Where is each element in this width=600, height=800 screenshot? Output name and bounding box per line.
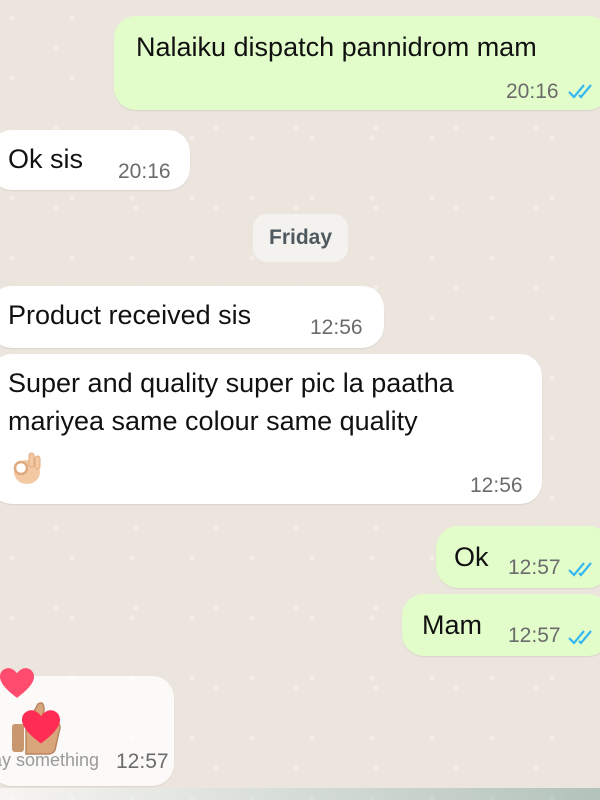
message-time: 20:16 — [118, 160, 171, 183]
message-time: 12:57 — [116, 750, 169, 773]
message-text: Product received sis — [8, 300, 252, 330]
date-divider: Friday — [253, 214, 349, 262]
message-bubble-incoming[interactable]: Ok sis 20:16 — [0, 130, 190, 190]
read-receipt-icon — [568, 560, 598, 578]
ok-hand-emoji — [10, 450, 44, 486]
message-time: 12:56 — [310, 316, 363, 339]
heart-icon[interactable] — [0, 668, 34, 700]
message-time: 12:56 — [470, 474, 523, 497]
message-time: 20:16 — [506, 80, 559, 103]
bottom-strip — [0, 788, 600, 800]
read-receipt-icon — [568, 628, 598, 646]
message-time: 12:57 — [508, 624, 561, 647]
message-bubble-outgoing[interactable]: Nalaiku dispatch pannidrom mam 20:16 — [114, 16, 600, 110]
message-bubble-incoming[interactable]: Super and quality super pic la paatha ma… — [0, 354, 542, 504]
message-bubble-incoming[interactable]: Product received sis 12:56 — [0, 286, 384, 348]
read-receipt-icon — [568, 82, 598, 100]
heart-icon[interactable] — [22, 710, 60, 746]
message-text: Super and quality super pic la paatha ma… — [8, 368, 454, 436]
message-text: Nalaiku dispatch pannidrom mam — [136, 32, 537, 62]
message-text: Mam — [422, 610, 482, 640]
message-text: Ok — [454, 542, 489, 572]
message-text: Ok sis — [8, 144, 84, 174]
message-time: 12:57 — [508, 556, 561, 579]
message-bubble-outgoing[interactable]: Mam 12:57 — [402, 594, 600, 656]
message-bubble-outgoing[interactable]: Ok 12:57 — [436, 526, 600, 588]
comment-input[interactable]: ay something — [0, 750, 99, 771]
